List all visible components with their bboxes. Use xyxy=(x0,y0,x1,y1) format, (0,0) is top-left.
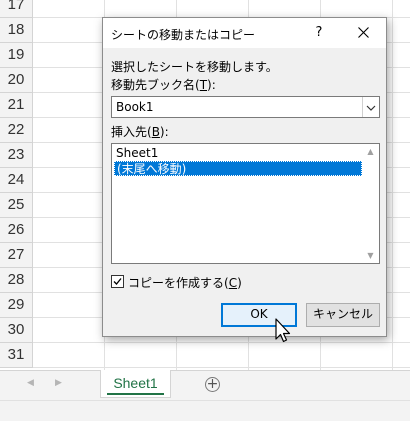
close-icon xyxy=(357,27,369,38)
list-scrollbar[interactable]: ▲ ▼ xyxy=(362,144,379,263)
scroll-up-icon[interactable]: ▲ xyxy=(362,144,379,159)
next-sheet-icon[interactable]: ▶ xyxy=(55,378,62,388)
row-header[interactable]: 24 xyxy=(0,168,33,193)
list-item[interactable]: Sheet1 xyxy=(114,146,362,161)
row-header[interactable]: 30 xyxy=(0,318,33,343)
row-header[interactable]: 22 xyxy=(0,118,33,143)
row-header[interactable]: 25 xyxy=(0,193,33,218)
scroll-down-icon[interactable]: ▼ xyxy=(362,248,379,263)
list-item-selected[interactable]: (末尾へ移動) xyxy=(114,161,362,176)
destination-book-label: 移動先ブック名(T): xyxy=(111,78,216,92)
insert-before-label: 挿入先(B): xyxy=(111,125,169,139)
create-copy-checkbox[interactable] xyxy=(111,275,124,288)
row-header[interactable]: 17 xyxy=(0,0,33,18)
previous-sheet-icon[interactable]: ◀ xyxy=(27,378,34,388)
row-header[interactable]: 23 xyxy=(0,143,33,168)
chevron-down-icon[interactable] xyxy=(362,97,379,117)
dialog-title: シートの移動またはコピー xyxy=(111,28,256,42)
row-header[interactable]: 18 xyxy=(0,18,33,43)
cancel-button[interactable]: キャンセル xyxy=(306,303,380,327)
row-header[interactable]: 29 xyxy=(0,293,33,318)
move-copy-sheet-dialog: シートの移動またはコピー ? 選択したシートを移動します。 移動先ブック名(T)… xyxy=(102,17,387,337)
destination-book-dropdown[interactable]: Book1 xyxy=(111,96,380,118)
close-button[interactable] xyxy=(349,22,377,44)
row-header[interactable]: 21 xyxy=(0,93,33,118)
mouse-pointer-icon xyxy=(275,318,291,343)
add-sheet-icon[interactable]: + xyxy=(205,377,220,392)
status-bar xyxy=(0,400,410,421)
row-header[interactable]: 27 xyxy=(0,243,33,268)
sheet-tab[interactable]: Sheet1 xyxy=(100,370,171,398)
instruction-text: 選択したシートを移動します。 xyxy=(111,60,278,74)
row-header[interactable]: 28 xyxy=(0,268,33,293)
row-header[interactable]: 26 xyxy=(0,218,33,243)
insert-before-list[interactable]: Sheet1 (末尾へ移動) ▲ ▼ xyxy=(111,143,380,264)
row-header[interactable]: 19 xyxy=(0,43,33,68)
checkmark-icon xyxy=(113,278,122,285)
dialog-titlebar[interactable]: シートの移動またはコピー ? xyxy=(103,18,386,48)
worksheet-row[interactable]: 17 xyxy=(0,0,410,18)
destination-book-value: Book1 xyxy=(116,100,154,114)
row-header[interactable]: 20 xyxy=(0,68,33,93)
row-header[interactable]: 31 xyxy=(0,343,33,368)
worksheet-row[interactable]: 31 xyxy=(0,343,410,368)
sheet-tab-bar: ◀ ▶ Sheet1 + xyxy=(0,370,410,400)
create-copy-label: コピーを作成する(C) xyxy=(128,276,242,290)
help-button[interactable]: ? xyxy=(305,22,333,44)
